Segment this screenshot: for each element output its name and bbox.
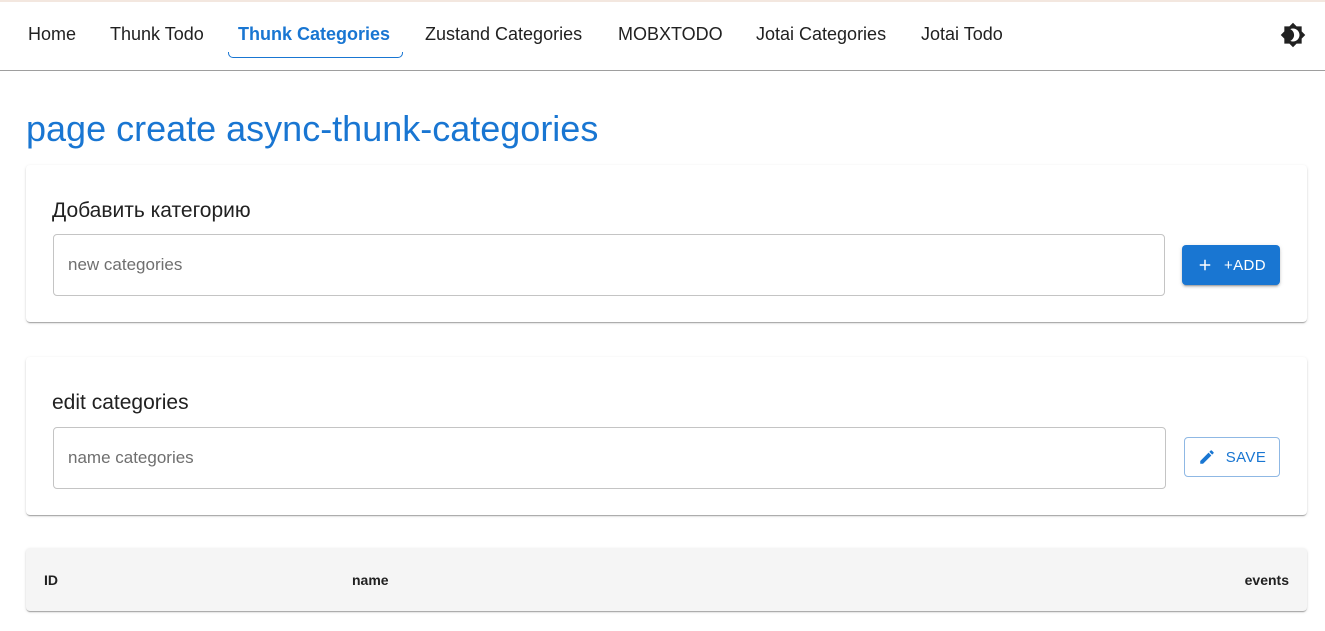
add-category-button[interactable]: +ADD [1182, 245, 1280, 285]
column-header-events[interactable]: events [1245, 572, 1289, 588]
active-nav-indicator [228, 52, 403, 58]
add-category-title: Добавить категорию [52, 199, 251, 222]
plus-icon [1196, 256, 1214, 274]
nav-thunk-todo[interactable]: Thunk Todo [110, 2, 204, 67]
add-category-card: Добавить категорию +ADD [26, 165, 1307, 322]
top-navbar: Home Thunk Todo Thunk Categories Zustand… [0, 2, 1325, 71]
page-title: page create async-thunk-categories [26, 108, 599, 149]
edit-category-card: edit categories SAVE [26, 357, 1307, 515]
categories-table: ID name events [26, 548, 1307, 611]
add-button-label: +ADD [1223, 256, 1267, 274]
edit-category-title: edit categories [52, 391, 189, 414]
theme-toggle-button[interactable] [1278, 20, 1308, 50]
column-header-id[interactable]: ID [44, 572, 58, 588]
edit-category-input[interactable] [53, 427, 1166, 489]
nav-zustand-categories[interactable]: Zustand Categories [425, 2, 582, 67]
save-category-button[interactable]: SAVE [1184, 437, 1280, 477]
nav-jotai-categories[interactable]: Jotai Categories [756, 2, 886, 67]
nav-jotai-todo[interactable]: Jotai Todo [921, 2, 1003, 67]
pencil-icon [1198, 448, 1216, 466]
brightness-icon [1280, 22, 1306, 48]
save-button-label: SAVE [1225, 448, 1267, 466]
new-category-input[interactable] [53, 234, 1165, 296]
nav-home[interactable]: Home [28, 2, 76, 67]
nav-mobxtodo[interactable]: MOBXTODO [618, 2, 723, 67]
column-header-name[interactable]: name [352, 572, 389, 588]
